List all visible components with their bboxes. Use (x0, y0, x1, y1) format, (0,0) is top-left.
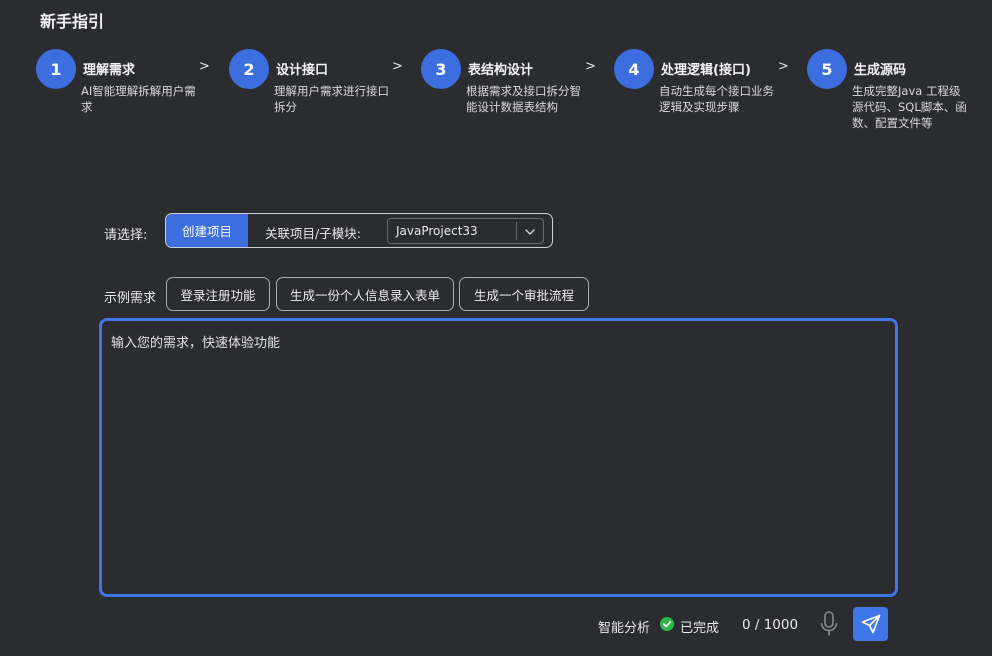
step-separator: > (392, 59, 403, 74)
step-separator: > (778, 59, 789, 74)
analysis-status: 已完成 (680, 621, 720, 636)
check-circle-icon (660, 617, 674, 631)
example-chip-login[interactable]: 登录注册功能 (166, 277, 270, 311)
step-desc: 自动生成每个接口业务逻辑及实现步骤 (659, 84, 774, 114)
send-icon (861, 614, 880, 634)
project-select-value: JavaProject33 (396, 224, 478, 238)
step-desc: 生成完整Java 工程级源代码、SQL脚本、函数、配置文件等 (852, 84, 967, 130)
step-separator: > (585, 59, 596, 74)
send-button[interactable] (853, 607, 888, 641)
select-label: 请选择: (104, 228, 148, 243)
example-chip-approval[interactable]: 生成一个审批流程 (459, 277, 589, 311)
page-title: 新手指引 (40, 12, 105, 31)
requirement-input[interactable]: 输入您的需求，快速体验功能 (99, 318, 898, 597)
step-desc: 根据需求及接口拆分智能设计数据表结构 (466, 84, 581, 114)
step-number: 3 (421, 49, 461, 89)
chevron-down-icon[interactable] (522, 224, 538, 240)
example-chip-form[interactable]: 生成一份个人信息录入表单 (276, 277, 454, 311)
example-label: 示例需求 (104, 291, 157, 306)
step-name: 理解需求 (83, 63, 136, 78)
step-number: 2 (229, 49, 269, 89)
step-desc: 理解用户需求进行接口拆分 (274, 84, 389, 114)
project-select[interactable]: JavaProject33 (387, 218, 544, 244)
input-placeholder: 输入您的需求，快速体验功能 (111, 336, 281, 351)
steps-guide: 1 理解需求 AI智能理解拆解用户需求 > 2 设计接口 理解用户需求进行接口拆… (0, 49, 992, 159)
associate-project-label: 关联项目/子模块: (265, 226, 361, 241)
step-separator: > (199, 59, 210, 74)
step-name: 生成源码 (854, 63, 907, 78)
create-project-button[interactable]: 创建项目 (166, 214, 248, 247)
step-number: 1 (36, 49, 76, 89)
step-name: 设计接口 (276, 63, 329, 78)
step-name: 表结构设计 (468, 63, 534, 78)
step-name: 处理逻辑(接口) (661, 63, 751, 78)
project-selector: 创建项目 关联项目/子模块: JavaProject33 (165, 213, 553, 248)
select-divider (516, 222, 517, 240)
microphone-icon[interactable] (818, 610, 840, 638)
step-number: 4 (614, 49, 654, 89)
step-number: 5 (807, 49, 847, 89)
char-counter: 0 / 1000 (742, 617, 799, 633)
step-desc: AI智能理解拆解用户需求 (81, 84, 196, 114)
analysis-label: 智能分析 (598, 621, 651, 636)
